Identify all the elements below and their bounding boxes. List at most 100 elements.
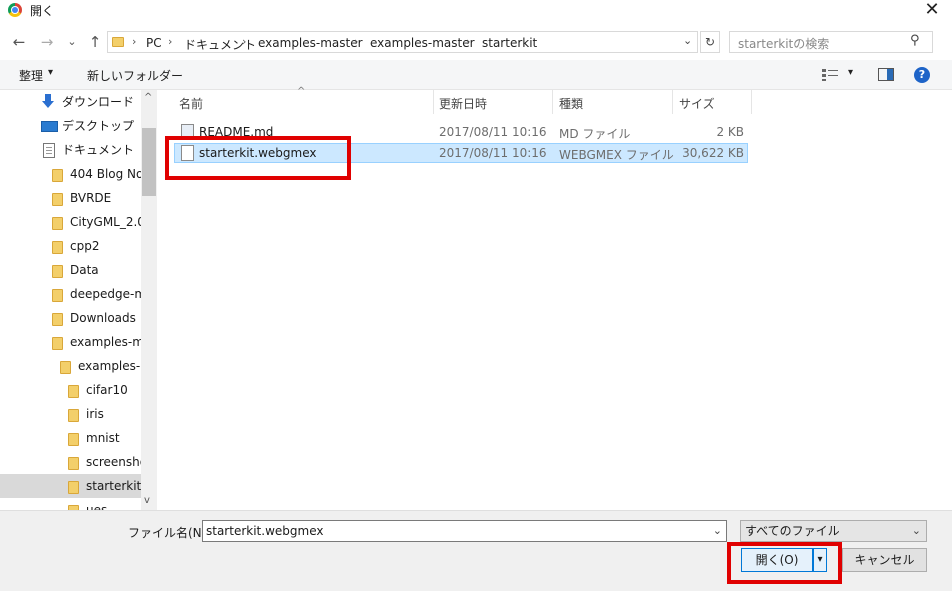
organize-dropdown-icon[interactable]: ▾: [48, 67, 53, 78]
sidebar-item-ues[interactable]: ues: [0, 498, 141, 510]
breadcrumb-item-examples-master-2[interactable]: examples-master: [370, 36, 475, 50]
address-bar[interactable]: › PC › ドキュメント › examples-master › exampl…: [107, 31, 698, 53]
filename-dropdown-icon[interactable]: ⌄: [713, 521, 722, 541]
folder-icon: [52, 337, 63, 350]
sidebar-item-label: BVRDE: [70, 191, 112, 205]
sidebar-item-desktop[interactable]: デスクトップ: [0, 114, 141, 138]
folder-icon: [52, 313, 63, 326]
sidebar-item-deepedge[interactable]: deepedge-ma: [0, 282, 141, 306]
sidebar-item-label: ues: [86, 503, 108, 510]
file-size: 30,622 KB: [682, 146, 744, 160]
sidebar-item-label: cpp2: [70, 239, 100, 253]
breadcrumb-separator: ›: [168, 35, 173, 48]
desktop-icon: [41, 121, 58, 132]
filetype-dropdown-icon[interactable]: ⌄: [912, 521, 921, 541]
back-button[interactable]: ←: [10, 32, 28, 52]
scroll-up-icon[interactable]: ^: [144, 92, 152, 103]
column-divider[interactable]: [433, 90, 434, 114]
sidebar-item-label: mnist: [86, 431, 120, 445]
close-button[interactable]: ✕: [918, 0, 946, 22]
breadcrumb-item-examples-master[interactable]: examples-master: [258, 36, 363, 50]
sidebar-item-documents[interactable]: ドキュメント: [0, 138, 141, 162]
highlight-box-open: [727, 542, 842, 584]
sidebar-item-cpp2[interactable]: cpp2: [0, 234, 141, 258]
sidebar-item-label: screensho: [86, 455, 141, 469]
highlight-box-file: [165, 136, 351, 180]
column-header-name[interactable]: 名前: [179, 95, 203, 112]
filename-value: starterkit.webgmex: [206, 524, 324, 538]
view-options-icon[interactable]: [822, 69, 838, 81]
help-icon[interactable]: ?: [914, 67, 930, 83]
folder-icon: [68, 433, 79, 446]
file-size: 2 KB: [716, 125, 744, 139]
search-input[interactable]: starterkitの検索: [738, 35, 829, 52]
sidebar-item-downloads[interactable]: ダウンロード: [0, 90, 141, 114]
preview-pane-icon[interactable]: [878, 68, 894, 81]
view-dropdown-icon[interactable]: ▾: [848, 67, 853, 78]
sidebar-item-iris[interactable]: iris: [0, 402, 141, 426]
folder-icon: [52, 169, 63, 182]
documents-icon: [43, 143, 55, 158]
sidebar-item-examples-master[interactable]: examples-ma: [0, 330, 141, 354]
scroll-down-icon[interactable]: v: [144, 495, 150, 506]
sort-indicator-icon: ^: [297, 86, 306, 97]
column-header-modified[interactable]: 更新日時: [439, 95, 487, 112]
search-box[interactable]: starterkitの検索 ⚲: [729, 31, 933, 53]
folder-icon: [52, 193, 63, 206]
sidebar-item-screenshots[interactable]: screensho: [0, 450, 141, 474]
up-button[interactable]: ↑: [86, 32, 104, 52]
sidebar-item-label: Downloads: [70, 311, 136, 325]
sidebar-item-mnist[interactable]: mnist: [0, 426, 141, 450]
sidebar-item-data[interactable]: Data: [0, 258, 141, 282]
column-header-type[interactable]: 種類: [559, 95, 583, 112]
column-divider[interactable]: [672, 90, 673, 114]
download-icon: [42, 94, 54, 108]
column-divider[interactable]: [552, 90, 553, 114]
search-icon[interactable]: ⚲: [910, 33, 920, 48]
scrollbar-thumb[interactable]: [142, 128, 156, 196]
folder-icon: [52, 289, 63, 302]
breadcrumb-separator: ›: [242, 35, 247, 48]
sidebar-item-citygml[interactable]: CityGML_2.0_: [0, 210, 141, 234]
folder-icon: [68, 457, 79, 470]
folder-icon: [60, 361, 71, 374]
sidebar-item-cifar10[interactable]: cifar10: [0, 378, 141, 402]
refresh-button[interactable]: ↻: [700, 31, 720, 53]
navigation-pane[interactable]: ダウンロード デスクトップ ドキュメント 404 Blog Not BVRDE …: [0, 90, 141, 510]
sidebar-item-examples-master-2[interactable]: examples-m: [0, 354, 141, 378]
sidebar-item-label: Data: [70, 263, 99, 277]
folder-icon: [52, 217, 63, 230]
file-type: WEBGMEX ファイル: [559, 148, 674, 162]
folder-icon: [68, 385, 79, 398]
title-bar: [0, 0, 952, 26]
breadcrumb-separator: ›: [132, 35, 137, 48]
recent-locations-button[interactable]: ⌄: [63, 32, 81, 52]
forward-button[interactable]: →: [38, 32, 56, 52]
sidebar-item-404-blog[interactable]: 404 Blog Not: [0, 162, 141, 186]
filetype-select[interactable]: すべてのファイル ⌄: [740, 520, 927, 542]
breadcrumb-item-pc[interactable]: PC: [146, 36, 162, 50]
sidebar-item-downloads-folder[interactable]: Downloads: [0, 306, 141, 330]
filetype-value: すべてのファイル: [745, 524, 840, 538]
sidebar-item-label: starterkit: [86, 479, 141, 493]
sidebar-item-label: CityGML_2.0_: [70, 215, 141, 229]
sidebar-item-bvrde[interactable]: BVRDE: [0, 186, 141, 210]
sidebar-item-label: ドキュメント: [62, 143, 135, 157]
cancel-button[interactable]: キャンセル: [842, 548, 927, 572]
filename-input[interactable]: starterkit.webgmex ⌄: [202, 520, 727, 542]
column-header-size[interactable]: サイズ: [679, 95, 715, 112]
sidebar-item-label: examples-m: [78, 359, 141, 373]
address-dropdown-icon[interactable]: ⌄: [683, 34, 692, 47]
column-divider[interactable]: [751, 90, 752, 114]
window-title: 開く: [30, 4, 55, 18]
breadcrumb-item-starterkit[interactable]: starterkit: [482, 36, 537, 50]
sidebar-item-label: ダウンロード: [62, 95, 135, 109]
folder-icon: [68, 481, 79, 494]
file-type: MD ファイル: [559, 127, 631, 141]
chrome-icon: [8, 3, 22, 17]
folder-icon: [52, 265, 63, 278]
organize-button[interactable]: 整理: [19, 67, 43, 84]
new-folder-button[interactable]: 新しいフォルダー: [87, 67, 183, 84]
sidebar-item-label: deepedge-ma: [70, 287, 141, 301]
sidebar-item-starterkit[interactable]: starterkit: [0, 474, 141, 498]
